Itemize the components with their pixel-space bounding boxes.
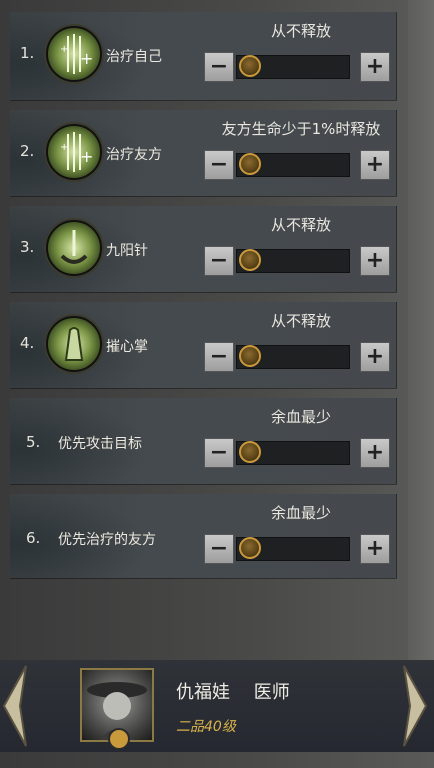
prev-character-arrow-icon[interactable] <box>0 660 34 752</box>
slider-knob[interactable] <box>239 249 261 271</box>
skill-row-1: 1. + + 治疗自己 从不释放 − + <box>10 12 397 100</box>
slider-knob[interactable] <box>239 55 261 77</box>
skill-name: 摧心掌 <box>106 339 148 355</box>
skill-name: 九阳针 <box>106 243 148 259</box>
slider-knob[interactable] <box>239 537 261 559</box>
row-number: 1. <box>20 44 35 62</box>
skill-row-2: 2. + + 治疗友方 友方生命少于1%时释放 − + <box>10 110 397 196</box>
row-number: 4. <box>20 334 35 352</box>
release-condition: 友方生命少于1%时释放 <box>221 120 381 138</box>
character-avatar[interactable] <box>80 668 154 750</box>
heal-ally-icon: + + <box>46 124 102 180</box>
increase-button[interactable]: + <box>360 534 390 564</box>
svg-text:+: + <box>60 142 68 153</box>
character-role: 医师 <box>253 682 290 703</box>
priority-row-5: 5. 优先攻击目标 余血最少 − + <box>10 398 397 484</box>
condition-slider[interactable] <box>236 55 350 79</box>
character-name: 仇福娃 <box>176 682 230 703</box>
priority-name: 优先治疗的友方 <box>58 532 156 548</box>
skill-name: 治疗友方 <box>106 147 162 163</box>
decrease-button[interactable]: − <box>204 246 234 276</box>
next-character-arrow-icon[interactable] <box>396 660 430 752</box>
condition-slider[interactable] <box>236 153 350 177</box>
svg-text:+: + <box>60 44 68 55</box>
increase-button[interactable]: + <box>360 246 390 276</box>
palm-icon <box>46 316 102 372</box>
release-condition: 从不释放 <box>270 22 331 40</box>
needle-icon <box>46 220 102 276</box>
decrease-button[interactable]: − <box>204 52 234 82</box>
character-bar <box>0 660 434 752</box>
row-number: 2. <box>20 142 35 160</box>
release-condition: 从不释放 <box>270 312 331 330</box>
decrease-button[interactable]: − <box>204 534 234 564</box>
increase-button[interactable]: + <box>360 342 390 372</box>
condition-slider[interactable] <box>236 249 350 273</box>
decrease-button[interactable]: − <box>204 342 234 372</box>
svg-text:+: + <box>80 49 93 68</box>
decrease-button[interactable]: − <box>204 150 234 180</box>
priority-condition: 余血最少 <box>270 408 331 426</box>
slider-knob[interactable] <box>239 441 261 463</box>
row-number: 5. <box>26 433 41 451</box>
release-condition: 从不释放 <box>270 216 331 234</box>
row-number: 3. <box>20 238 35 256</box>
skill-name: 治疗自己 <box>106 49 162 65</box>
character-title: 仇福娃 医师 <box>176 678 290 704</box>
increase-button[interactable]: + <box>360 150 390 180</box>
class-badge-icon <box>108 728 130 750</box>
svg-text:+: + <box>80 147 93 166</box>
priority-condition: 余血最少 <box>270 504 331 522</box>
row-number: 6. <box>26 529 41 547</box>
priority-name: 优先攻击目标 <box>58 436 142 452</box>
character-rank: 二品40级 <box>176 719 236 735</box>
decrease-button[interactable]: − <box>204 438 234 468</box>
increase-button[interactable]: + <box>360 52 390 82</box>
skill-row-3: 3. 九阳针 从不释放 − + <box>10 206 397 292</box>
condition-slider[interactable] <box>236 345 350 369</box>
scrollbar-track[interactable] <box>408 0 434 660</box>
priority-row-6: 6. 优先治疗的友方 余血最少 − + <box>10 494 397 578</box>
slider-knob[interactable] <box>239 153 261 175</box>
condition-slider[interactable] <box>236 441 350 465</box>
skill-row-4: 4. 摧心掌 从不释放 − + <box>10 302 397 388</box>
condition-slider[interactable] <box>236 537 350 561</box>
slider-knob[interactable] <box>239 345 261 367</box>
heal-self-icon: + + <box>46 26 102 82</box>
increase-button[interactable]: + <box>360 438 390 468</box>
